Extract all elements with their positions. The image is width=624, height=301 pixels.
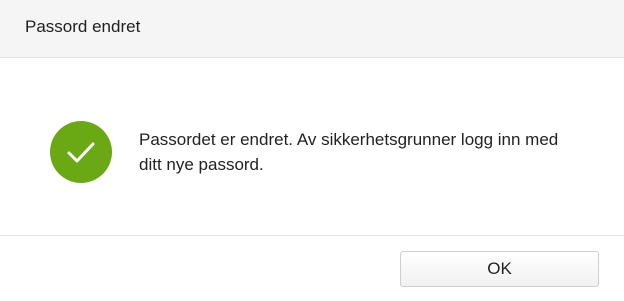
ok-button[interactable]: OK <box>400 251 599 287</box>
dialog-body: Passordet er endret. Av sikkerhetsgrunne… <box>0 58 624 236</box>
checkmark-circle-icon <box>50 121 112 183</box>
dialog-header: Passord endret <box>0 0 624 58</box>
dialog-title: Passord endret <box>25 17 141 36</box>
checkmark-icon <box>67 142 95 163</box>
password-changed-dialog: Passord endret Passordet er endret. Av s… <box>0 0 624 301</box>
dialog-message: Passordet er endret. Av sikkerhetsgrunne… <box>139 130 559 174</box>
